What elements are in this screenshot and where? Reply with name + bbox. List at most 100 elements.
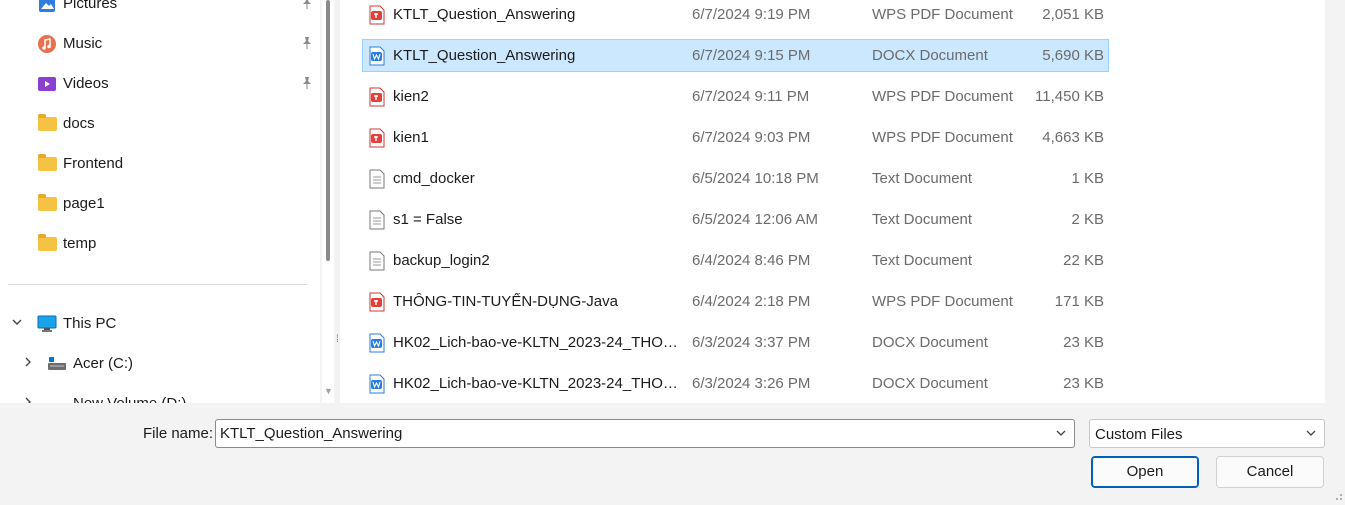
nav-item-label: Frontend bbox=[63, 155, 124, 172]
file-row[interactable]: kien1 6/7/2024 9:03 PM WPS PDF Document 4,6… bbox=[362, 121, 1109, 154]
nav-item-videos[interactable]: Videos bbox=[0, 64, 320, 104]
pin-icon[interactable] bbox=[300, 36, 314, 50]
nav-item-music[interactable]: Music bbox=[0, 24, 320, 64]
txt-file-icon bbox=[368, 251, 386, 271]
cancel-button[interactable]: Cancel bbox=[1216, 456, 1324, 488]
nav-item-label: page1 bbox=[63, 195, 105, 212]
pdf-file-icon bbox=[368, 87, 386, 107]
chevron-down-icon[interactable] bbox=[1054, 426, 1068, 440]
txt-file-icon bbox=[368, 169, 386, 189]
nav-item-label: docs bbox=[63, 115, 95, 132]
file-type: WPS PDF Document bbox=[872, 129, 1013, 146]
computer-icon bbox=[37, 314, 57, 334]
nav-divider bbox=[8, 284, 307, 285]
nav-item-label: Pictures bbox=[63, 0, 118, 12]
nav-label-drive-c: Acer (C:) bbox=[73, 355, 133, 372]
chevron-right-icon[interactable] bbox=[20, 396, 36, 403]
file-size: 11,450 KB bbox=[1035, 88, 1104, 105]
navigation-pane: Pictures Music Videos docs Frontend page1 temp… bbox=[0, 0, 320, 403]
pane-splitter-grip-icon[interactable]: ⁞ bbox=[336, 334, 339, 345]
nav-scrollbar[interactable]: ▼ bbox=[322, 0, 334, 403]
nav-item-this-pc[interactable]: This PC bbox=[0, 304, 320, 344]
file-type: Text Document bbox=[872, 170, 973, 187]
file-row[interactable]: HK02_Lich-bao-ve-KLTN_2023-24_THON... 6/3… bbox=[362, 367, 1109, 400]
file-date-modified: 6/3/2024 3:26 PM bbox=[692, 375, 811, 392]
file-date-modified: 6/3/2024 3:37 PM bbox=[692, 334, 811, 351]
file-name: kien2 bbox=[393, 88, 429, 105]
file-row[interactable]: HK02_Lich-bao-ve-KLTN_2023-24_THON... 6/3… bbox=[362, 326, 1109, 359]
file-type-select[interactable]: Custom Files bbox=[1089, 419, 1325, 448]
file-row[interactable]: backup_login2 6/4/2024 8:46 PM Text Docume… bbox=[362, 244, 1109, 277]
nav-label-this-pc: This PC bbox=[63, 315, 117, 332]
nav-item-page1[interactable]: page1 bbox=[0, 184, 320, 224]
file-type: DOCX Document bbox=[872, 47, 988, 64]
file-row[interactable]: KTLT_Question_Answering 6/7/2024 9:19 PM W… bbox=[362, 0, 1109, 31]
file-size: 23 KB bbox=[1063, 375, 1104, 392]
file-name-input[interactable] bbox=[220, 424, 1040, 443]
pdf-file-icon bbox=[368, 292, 386, 312]
folder-icon bbox=[38, 114, 57, 131]
file-list-scrollbar[interactable] bbox=[1325, 0, 1345, 403]
chevron-down-icon[interactable] bbox=[9, 316, 25, 332]
nav-item-drive-c[interactable]: Acer (C:) bbox=[0, 344, 320, 384]
chevron-right-icon[interactable] bbox=[20, 356, 36, 372]
file-type: DOCX Document bbox=[872, 375, 988, 392]
file-type: WPS PDF Document bbox=[872, 6, 1013, 23]
file-size: 2 KB bbox=[1071, 211, 1104, 228]
pdf-file-icon bbox=[368, 5, 386, 25]
file-name: THÔNG-TIN-TUYỂN-DỤNG-Java bbox=[393, 293, 618, 310]
resize-grip-icon[interactable] bbox=[1331, 488, 1343, 500]
file-date-modified: 6/5/2024 10:18 PM bbox=[692, 170, 819, 187]
file-type: Text Document bbox=[872, 252, 973, 269]
nav-scrollbar-thumb[interactable] bbox=[326, 0, 330, 261]
file-row[interactable]: cmd_docker 6/5/2024 10:18 PM Text Document… bbox=[362, 162, 1109, 195]
folder-icon bbox=[38, 194, 57, 211]
pin-icon[interactable] bbox=[300, 76, 314, 90]
file-date-modified: 6/7/2024 9:15 PM bbox=[692, 47, 811, 64]
file-type: DOCX Document bbox=[872, 334, 988, 351]
nav-item-drive-d[interactable]: New Volume (D:) bbox=[0, 384, 320, 403]
file-size: 171 KB bbox=[1054, 293, 1104, 310]
nav-item-label: Videos bbox=[63, 75, 109, 92]
file-date-modified: 6/4/2024 8:46 PM bbox=[692, 252, 811, 269]
file-size: 4,663 KB bbox=[1042, 129, 1104, 146]
drive-icon bbox=[47, 354, 67, 374]
file-row[interactable]: kien2 6/7/2024 9:11 PM WPS PDF Document 11,… bbox=[362, 80, 1109, 113]
chevron-down-icon[interactable] bbox=[1304, 426, 1318, 440]
videos-icon bbox=[37, 74, 57, 94]
pictures-icon bbox=[37, 0, 57, 14]
file-name: backup_login2 bbox=[393, 252, 490, 269]
file-row[interactable]: THÔNG-TIN-TUYỂN-DỤNG-Java 6/4/2024 2:18 P… bbox=[362, 285, 1109, 318]
file-name: KTLT_Question_Answering bbox=[393, 47, 576, 64]
pin-icon[interactable] bbox=[300, 0, 314, 10]
nav-item-docs[interactable]: docs bbox=[0, 104, 320, 144]
file-name: HK02_Lich-bao-ve-KLTN_2023-24_THON... bbox=[393, 334, 683, 351]
open-button[interactable]: Open bbox=[1091, 456, 1199, 488]
file-size: 1 KB bbox=[1071, 170, 1104, 187]
file-size: 23 KB bbox=[1063, 334, 1104, 351]
music-icon bbox=[37, 34, 57, 54]
scroll-down-arrow-icon[interactable]: ▼ bbox=[324, 386, 333, 396]
nav-item-frontend[interactable]: Frontend bbox=[0, 144, 320, 184]
nav-item-temp[interactable]: temp bbox=[0, 224, 320, 264]
file-date-modified: 6/5/2024 12:06 AM bbox=[692, 211, 818, 228]
file-row[interactable]: s1 = False 6/5/2024 12:06 AM Text Document… bbox=[362, 203, 1109, 236]
file-size: 22 KB bbox=[1063, 252, 1104, 269]
drive-icon bbox=[47, 394, 67, 403]
pdf-file-icon bbox=[368, 128, 386, 148]
docx-file-icon bbox=[368, 333, 386, 353]
file-row[interactable]: KTLT_Question_Answering 6/7/2024 9:15 PM D… bbox=[362, 39, 1109, 72]
file-date-modified: 6/7/2024 9:19 PM bbox=[692, 6, 811, 23]
file-type: WPS PDF Document bbox=[872, 293, 1013, 310]
file-size: 5,690 KB bbox=[1042, 47, 1104, 64]
file-name: HK02_Lich-bao-ve-KLTN_2023-24_THON... bbox=[393, 375, 683, 392]
nav-item-pictures[interactable]: Pictures bbox=[0, 0, 320, 24]
file-list: KTLT_Question_Answering 6/7/2024 9:19 PM W… bbox=[340, 0, 1325, 403]
nav-label-drive-d: New Volume (D:) bbox=[73, 395, 186, 403]
file-name: KTLT_Question_Answering bbox=[393, 6, 576, 23]
docx-file-icon bbox=[368, 46, 386, 66]
file-name-combobox[interactable] bbox=[215, 419, 1075, 448]
file-name: s1 = False bbox=[393, 211, 463, 228]
file-type: Text Document bbox=[872, 211, 973, 228]
file-date-modified: 6/7/2024 9:03 PM bbox=[692, 129, 811, 146]
